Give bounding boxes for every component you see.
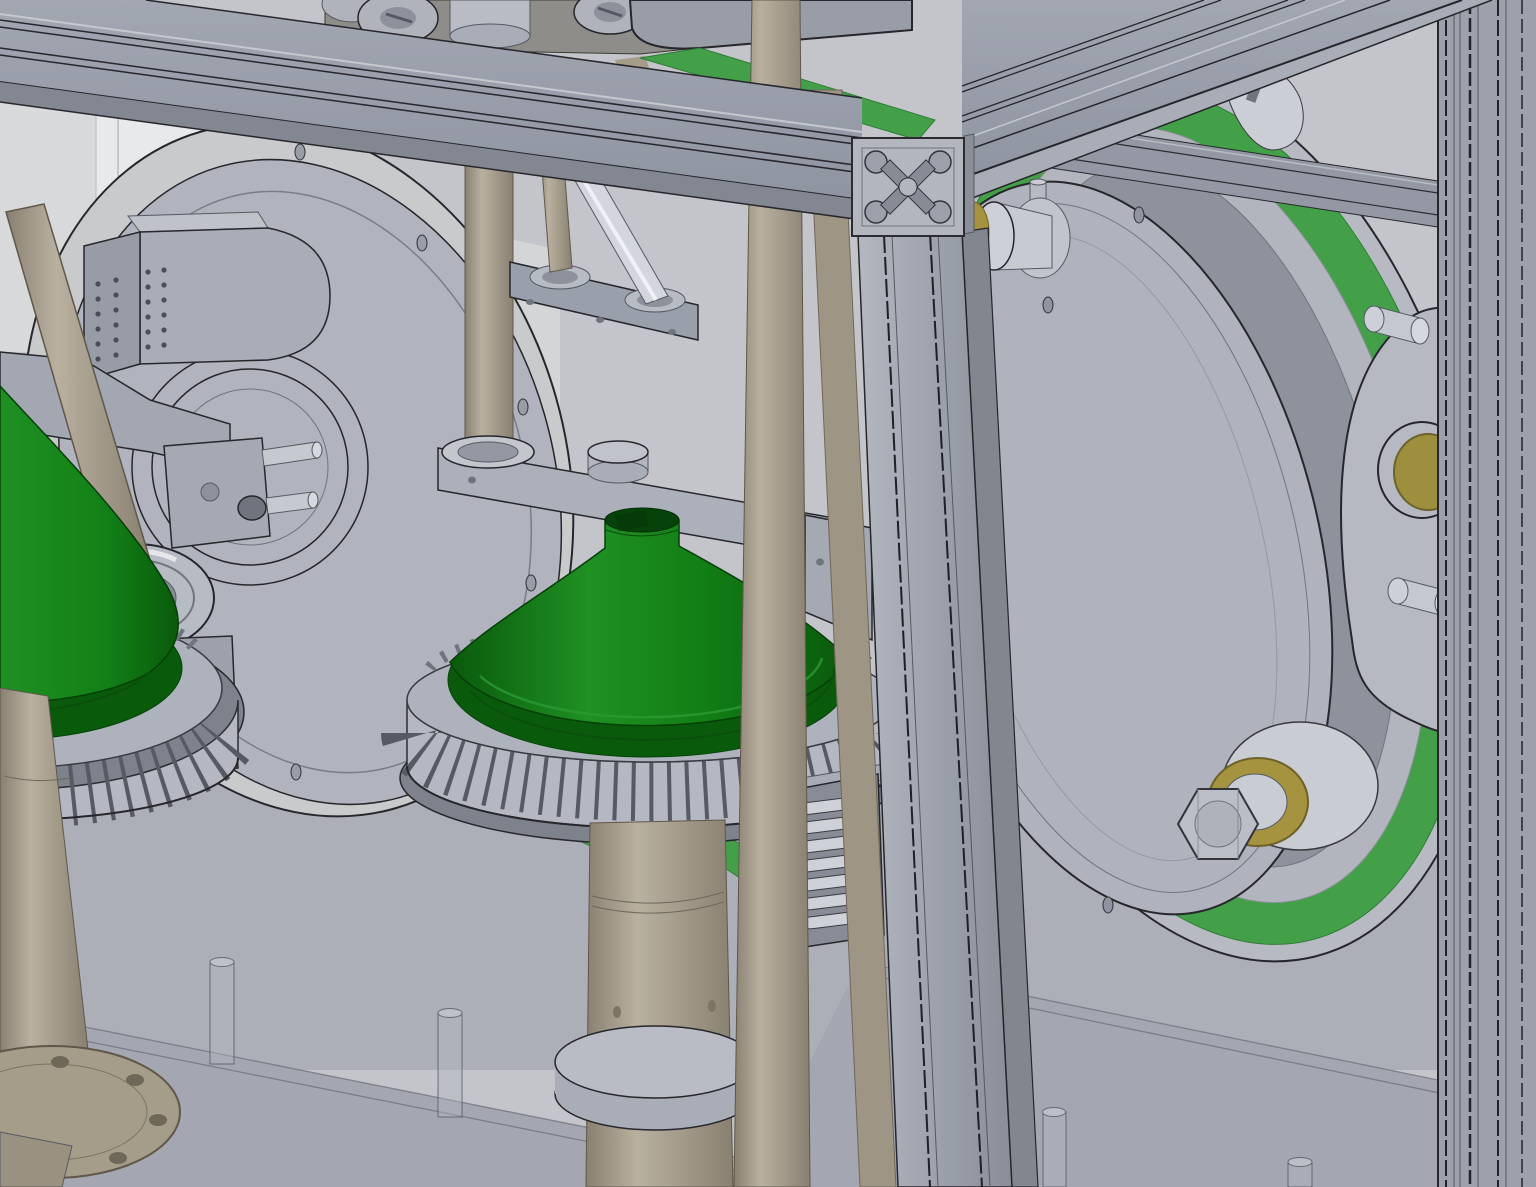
motor-side-plate	[84, 232, 140, 380]
column-collar-top	[555, 1026, 755, 1098]
cad-render	[0, 0, 1536, 1187]
shaft-bore	[238, 496, 266, 520]
hex-nut-bore	[1195, 801, 1241, 847]
locating-pin	[1043, 1108, 1067, 1187]
joint-side	[964, 134, 974, 234]
arm-bolt	[588, 441, 648, 483]
cad-viewport[interactable]	[0, 0, 1536, 1187]
frame-corner-joint	[852, 134, 974, 236]
motor-body	[140, 228, 330, 364]
center-bore	[899, 178, 917, 196]
frame-post-right	[1438, 0, 1536, 1187]
bolt-head	[201, 483, 219, 501]
locating-pin	[210, 958, 234, 1065]
locating-pin	[1288, 1158, 1312, 1187]
locating-pin	[438, 1009, 462, 1118]
